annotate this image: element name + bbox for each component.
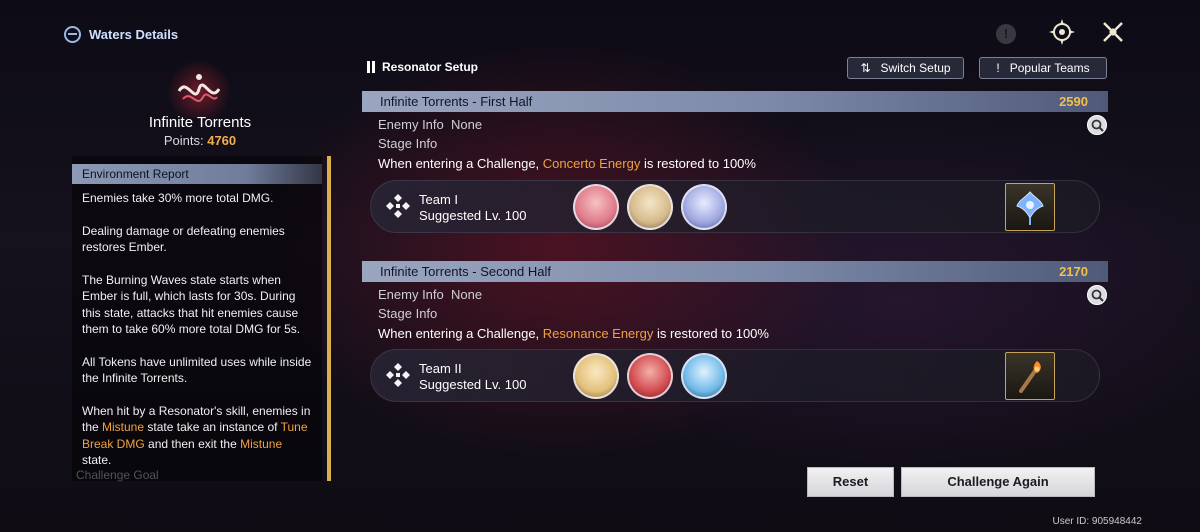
resonator-avatar[interactable] bbox=[627, 353, 673, 399]
team-emblem-icon bbox=[386, 194, 410, 218]
stage-info-text: When entering a Challenge, Resonance Ene… bbox=[378, 326, 769, 341]
user-id: User ID: 905948442 bbox=[1052, 516, 1142, 527]
team-card-second-half[interactable]: Team II Suggested Lv. 100 bbox=[370, 349, 1100, 402]
team-card-first-half[interactable]: Team I Suggested Lv. 100 bbox=[370, 180, 1100, 233]
echo-slot[interactable] bbox=[1005, 183, 1055, 231]
suggested-level: Suggested Lv. 100 bbox=[419, 208, 527, 223]
info-icon[interactable]: ! bbox=[996, 24, 1016, 44]
resonator-avatar[interactable] bbox=[573, 184, 619, 230]
waves-globe-icon bbox=[64, 25, 81, 43]
blue-flower-icon bbox=[1016, 191, 1044, 225]
enemy-search-icon[interactable] bbox=[1087, 115, 1107, 135]
swap-icon: ⇅ bbox=[860, 61, 871, 75]
mode-points: Points: 4760 bbox=[163, 133, 237, 148]
resonator-avatar[interactable] bbox=[681, 353, 727, 399]
stage-info-text: When entering a Challenge, Concerto Ener… bbox=[378, 156, 756, 171]
team-name: Team II bbox=[419, 361, 462, 376]
second-half-header: Infinite Torrents - Second Half 2170 bbox=[362, 261, 1108, 282]
mode-details-panel: Infinite Torrents Points: 4760 Environme… bbox=[68, 52, 332, 532]
challenge-goal-label: Challenge Goal bbox=[76, 468, 159, 482]
mode-name: Infinite Torrents bbox=[148, 114, 252, 131]
half-title: Infinite Torrents - Second Half bbox=[380, 264, 552, 279]
exclamation-icon: ! bbox=[996, 61, 1000, 75]
torch-icon bbox=[1019, 361, 1041, 393]
enemy-info-row: Enemy Info None bbox=[378, 117, 483, 132]
suggested-level: Suggested Lv. 100 bbox=[419, 377, 527, 392]
resonator-avatar[interactable] bbox=[573, 353, 619, 399]
page-title: Waters Details bbox=[89, 26, 179, 42]
enemy-search-icon[interactable] bbox=[1087, 285, 1107, 305]
environment-report-title: Environment Report bbox=[72, 164, 322, 184]
page-header: Waters Details bbox=[64, 24, 178, 44]
report-paragraph: When hit by a Resonator's skill, enemies… bbox=[82, 403, 311, 468]
resonator-icon bbox=[367, 61, 375, 73]
compass-target-icon[interactable] bbox=[1048, 18, 1076, 46]
report-paragraph: Dealing damage or defeating enemies rest… bbox=[82, 223, 285, 255]
close-icon[interactable] bbox=[1099, 18, 1127, 46]
half-points: 2170 bbox=[1059, 264, 1088, 279]
half-title: Infinite Torrents - First Half bbox=[380, 94, 533, 109]
team-name: Team I bbox=[419, 192, 459, 207]
stage-info-label: Stage Info bbox=[378, 306, 438, 321]
popular-teams-button[interactable]: ! Popular Teams bbox=[979, 57, 1107, 79]
resonator-setup-title: Resonator Setup bbox=[366, 60, 478, 74]
environment-report-body: Enemies take 30% more total DMG. Dealing… bbox=[72, 184, 322, 469]
stage-info-label: Stage Info bbox=[378, 136, 438, 151]
challenge-again-button[interactable]: Challenge Again bbox=[901, 467, 1095, 497]
team-emblem-icon bbox=[386, 363, 410, 387]
resonator-avatar[interactable] bbox=[681, 184, 727, 230]
echo-slot[interactable] bbox=[1005, 352, 1055, 400]
report-scrollbar[interactable] bbox=[327, 156, 331, 481]
reset-button[interactable]: Reset bbox=[807, 467, 894, 497]
enemy-info-row: Enemy Info None bbox=[378, 287, 483, 302]
switch-setup-button[interactable]: ⇅ Switch Setup bbox=[847, 57, 964, 79]
report-paragraph: Enemies take 30% more total DMG. bbox=[82, 191, 274, 205]
report-paragraph: The Burning Waves state starts when Embe… bbox=[82, 272, 301, 337]
environment-report[interactable]: Environment Report Enemies take 30% more… bbox=[72, 156, 322, 481]
report-paragraph: All Tokens have unlimited uses while ins… bbox=[82, 354, 312, 386]
half-points: 2590 bbox=[1059, 94, 1088, 109]
resonator-avatar[interactable] bbox=[627, 184, 673, 230]
first-half-header: Infinite Torrents - First Half 2590 bbox=[362, 91, 1108, 112]
torrents-emblem-icon bbox=[166, 60, 232, 118]
